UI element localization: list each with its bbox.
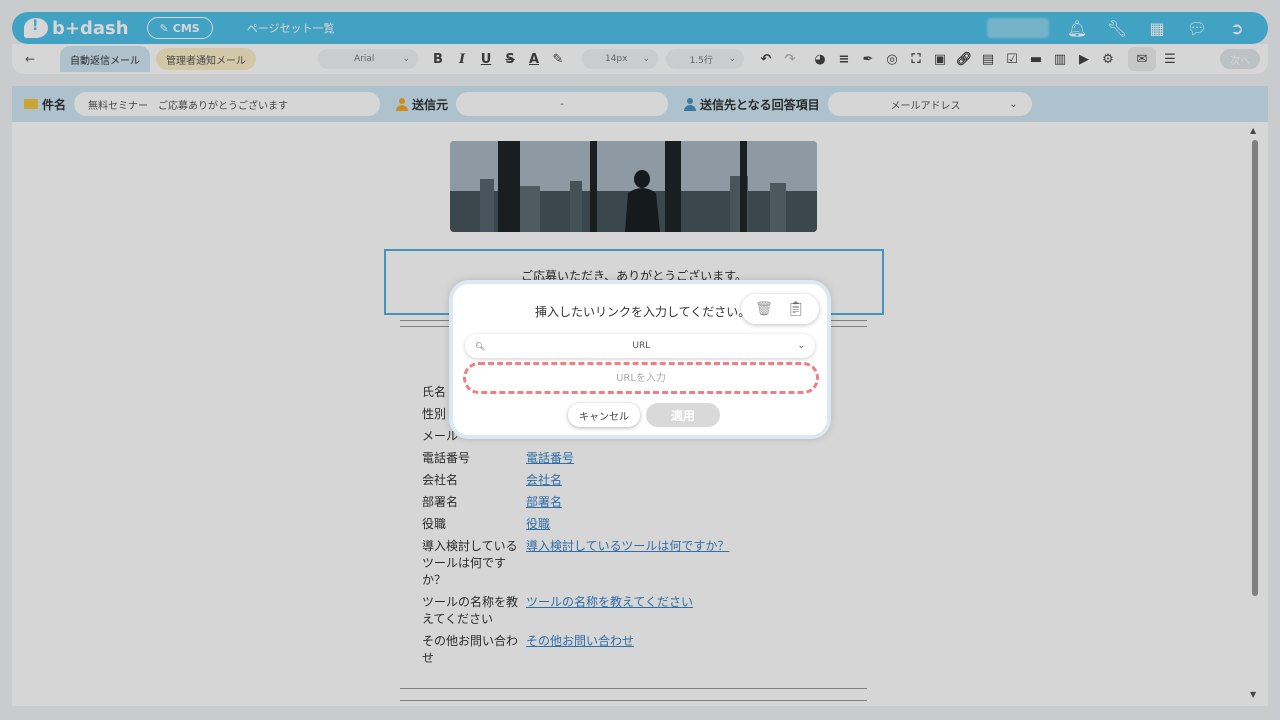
insert-link-dialog: 挿入したいリンクを入力してください。 🗑︎ 📋︎ 🔍︎ URL ⌄ キャンセル … (449, 280, 831, 439)
apply-button[interactable]: 適用 (646, 403, 720, 427)
trash-icon[interactable]: 🗑︎ (755, 301, 773, 317)
link-type-select[interactable]: 🔍︎ URL ⌄ (465, 334, 815, 358)
dialog-title: 挿入したいリンクを入力してください。 (535, 305, 751, 319)
url-input-highlight (463, 362, 819, 394)
url-input[interactable] (466, 365, 816, 391)
clipboard-paste-icon[interactable]: 📋︎ (787, 301, 805, 317)
chevron-down-icon: ⌄ (797, 341, 805, 351)
cancel-button[interactable]: キャンセル (568, 403, 640, 427)
link-type-value: URL (632, 341, 651, 351)
search-icon: 🔍︎ (475, 341, 486, 351)
dialog-tools: 🗑︎ 📋︎ (741, 294, 819, 324)
